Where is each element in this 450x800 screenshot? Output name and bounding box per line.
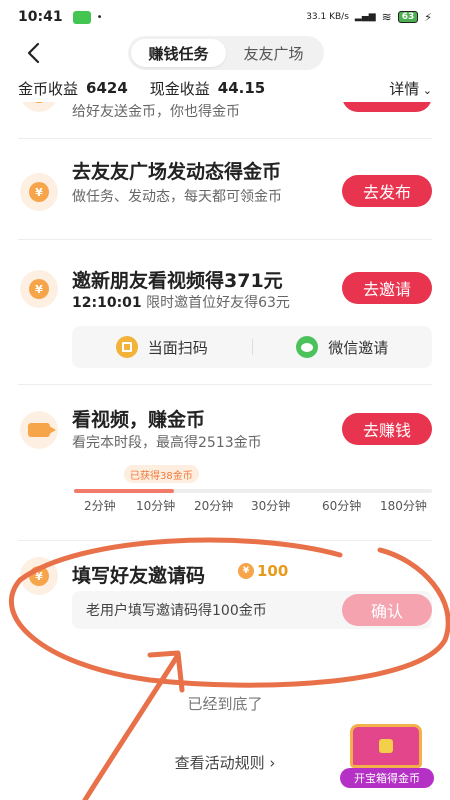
progress-fill	[74, 489, 175, 493]
progress-track	[74, 489, 432, 493]
wechat-invite-label: 微信邀请	[328, 338, 389, 357]
milestone-label: 2分钟	[84, 499, 116, 513]
battery-icon: 63	[397, 11, 419, 23]
milestone-label: 30分钟	[251, 499, 291, 513]
wechat-icon	[296, 336, 319, 358]
task-subtitle: 12:10:01 限时邀首位好友得63元	[72, 293, 290, 313]
invite-limit-text: 限时邀首位好友得63元	[146, 295, 290, 311]
coin-icon: ¥	[29, 279, 49, 299]
network-speed: 33.1 KB/s	[306, 12, 349, 22]
milestone-label: 180分钟	[380, 499, 427, 513]
wechat-notification-icon	[72, 10, 91, 24]
task-icon: ¥	[20, 557, 58, 595]
coin-earnings-label: 金币收益	[18, 79, 79, 98]
task-icon: ¥	[20, 102, 58, 112]
task-invite-code: ¥ 填写好友邀请码 ¥ 100 老用户填写邀请码得100金币 确认	[0, 541, 450, 641]
wifi-icon: ≋	[381, 10, 392, 24]
cash-earnings-value: 44.15	[217, 79, 266, 97]
post-button[interactable]: 去发布	[342, 175, 432, 207]
milestone-label: 60分钟	[322, 499, 362, 513]
wechat-invite-option[interactable]: 微信邀请	[253, 336, 433, 358]
cash-earnings-label: 现金收益	[149, 79, 210, 98]
coin-earnings-value: 6424	[86, 79, 128, 97]
task-subtitle: 给好友送金币，你也得金币	[72, 104, 240, 120]
end-of-list-text: 已经到底了	[187, 695, 263, 713]
details-link[interactable]: 详情 ⌄	[389, 78, 432, 99]
reward-amount: 100	[257, 562, 289, 580]
invite-options: 当面扫码 微信邀请	[72, 326, 432, 368]
scan-qr-option[interactable]: 当面扫码	[72, 336, 252, 358]
reward-badge: ¥ 100	[238, 562, 288, 580]
tab-earn-tasks[interactable]: 赚钱任务	[131, 39, 226, 67]
task-title: 邀新朋友看视频得371元	[72, 270, 283, 292]
coin-icon: ¥	[29, 182, 49, 202]
qr-code-icon	[115, 336, 138, 358]
charging-icon: ⚡	[424, 10, 432, 24]
header: 赚钱任务 友友广场	[0, 34, 450, 74]
status-bar: 10:41 • 33.1 KB/s ▂▄▆ ≋ 63 ⚡	[0, 0, 450, 34]
milestone-label: 20分钟	[194, 499, 234, 513]
chevron-down-icon: ⌄	[419, 83, 432, 97]
video-camera-icon	[28, 423, 56, 437]
task-watch-video: 看视频，赚金币 看完本时段，最高得2513金币 去赚钱 已获得38金币 2分钟 …	[0, 385, 450, 540]
milestone-label: 10分钟	[136, 499, 176, 513]
notification-dot-icon: •	[96, 11, 103, 23]
status-time: 10:41	[18, 9, 63, 25]
task-title: 看视频，赚金币	[72, 409, 206, 431]
earned-badge: 已获得38金币	[124, 465, 199, 483]
scan-qr-label: 当面扫码	[147, 338, 208, 357]
earnings-bar: 金币收益 6424 现金收益 44.15 详情 ⌄	[0, 74, 450, 102]
earn-button[interactable]: 去赚钱	[342, 413, 432, 445]
coin-icon: ¥	[238, 563, 254, 579]
treasure-chest-icon	[350, 724, 422, 768]
task-subtitle: 看完本时段，最高得2513金币	[72, 435, 262, 451]
countdown-timer: 12:10:01	[72, 295, 142, 311]
coin-icon: ¥	[29, 102, 49, 103]
invite-button[interactable]: 去邀请	[342, 272, 432, 304]
task-title: 去友友广场发动态得金币	[72, 161, 282, 183]
task-invite-friends: ¥ 邀新朋友看视频得371元 12:10:01 限时邀首位好友得63元 去邀请 …	[0, 240, 450, 380]
coin-icon: ¥	[29, 566, 49, 586]
send-coins-button[interactable]	[342, 102, 432, 112]
task-icon	[20, 411, 58, 449]
task-send-coins: ¥ 给好友送金币，你也得金币	[0, 102, 450, 138]
task-subtitle: 做任务、发动态，每天都可领金币	[72, 189, 282, 205]
treasure-box-button[interactable]: 开宝箱得金币	[340, 724, 434, 790]
confirm-button[interactable]: 确认	[342, 594, 432, 626]
task-list: ¥ 给好友送金币，你也得金币 ¥ 去友友广场发动态得金币 做任务、发动态，每天都…	[0, 102, 450, 800]
task-icon: ¥	[20, 173, 58, 211]
status-right: 33.1 KB/s ▂▄▆ ≋ 63 ⚡	[306, 10, 432, 24]
task-title: 填写好友邀请码	[72, 565, 206, 587]
back-icon[interactable]	[22, 40, 48, 66]
task-post-feed: ¥ 去友友广场发动态得金币 做任务、发动态，每天都可领金币 去发布	[0, 139, 450, 239]
tab-friends-square[interactable]: 友友广场	[226, 39, 321, 67]
task-icon: ¥	[20, 270, 58, 308]
treasure-label: 开宝箱得金币	[340, 768, 434, 788]
signal-icon: ▂▄▆	[354, 12, 376, 22]
tab-switcher: 赚钱任务 友友广场	[128, 36, 324, 70]
